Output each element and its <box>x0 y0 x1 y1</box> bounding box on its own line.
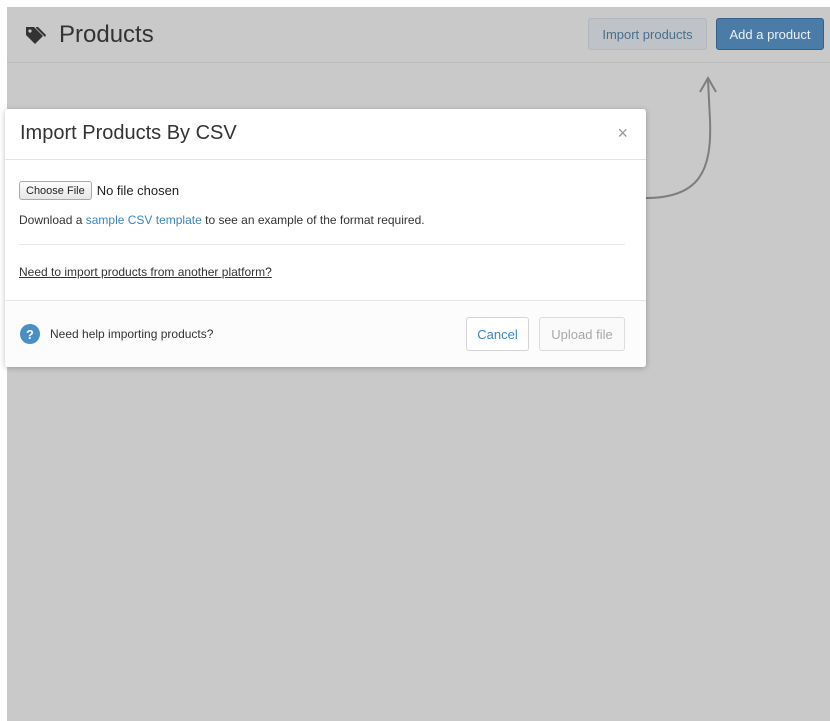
download-instructions: Download a sample CSV template to see an… <box>19 213 425 227</box>
modal-title: Import Products By CSV <box>20 122 237 144</box>
cancel-button[interactable]: Cancel <box>466 317 529 351</box>
modal-header: Import Products By CSV × <box>5 109 646 160</box>
close-icon[interactable]: × <box>617 123 628 143</box>
upload-file-button[interactable]: Upload file <box>539 317 625 351</box>
help-icon[interactable]: ? <box>20 324 40 344</box>
import-products-button[interactable]: Import products <box>588 18 707 50</box>
page-header: Products Import products Add a product <box>7 7 830 63</box>
other-platform-link[interactable]: Need to import products from another pla… <box>19 265 272 279</box>
tag-icon <box>25 25 47 45</box>
divider <box>19 244 625 245</box>
download-suffix: to see an example of the format required… <box>201 213 425 227</box>
download-prefix: Download a <box>19 213 86 227</box>
page-title: Products <box>59 21 154 48</box>
import-csv-modal: Import Products By CSV × Choose File No … <box>5 109 646 367</box>
choose-file-button[interactable]: Choose File <box>19 181 92 200</box>
add-product-button[interactable]: Add a product <box>716 18 824 50</box>
modal-footer: ? Need help importing products? Cancel U… <box>5 300 646 367</box>
modal-body: Choose File No file chosen Download a sa… <box>5 160 646 300</box>
file-input-row: Choose File No file chosen <box>19 181 179 200</box>
file-status: No file chosen <box>96 183 180 198</box>
page-title-group: Products <box>25 21 154 49</box>
sample-csv-link[interactable]: sample CSV template <box>86 213 202 227</box>
help-text: Need help importing products? <box>50 327 214 341</box>
